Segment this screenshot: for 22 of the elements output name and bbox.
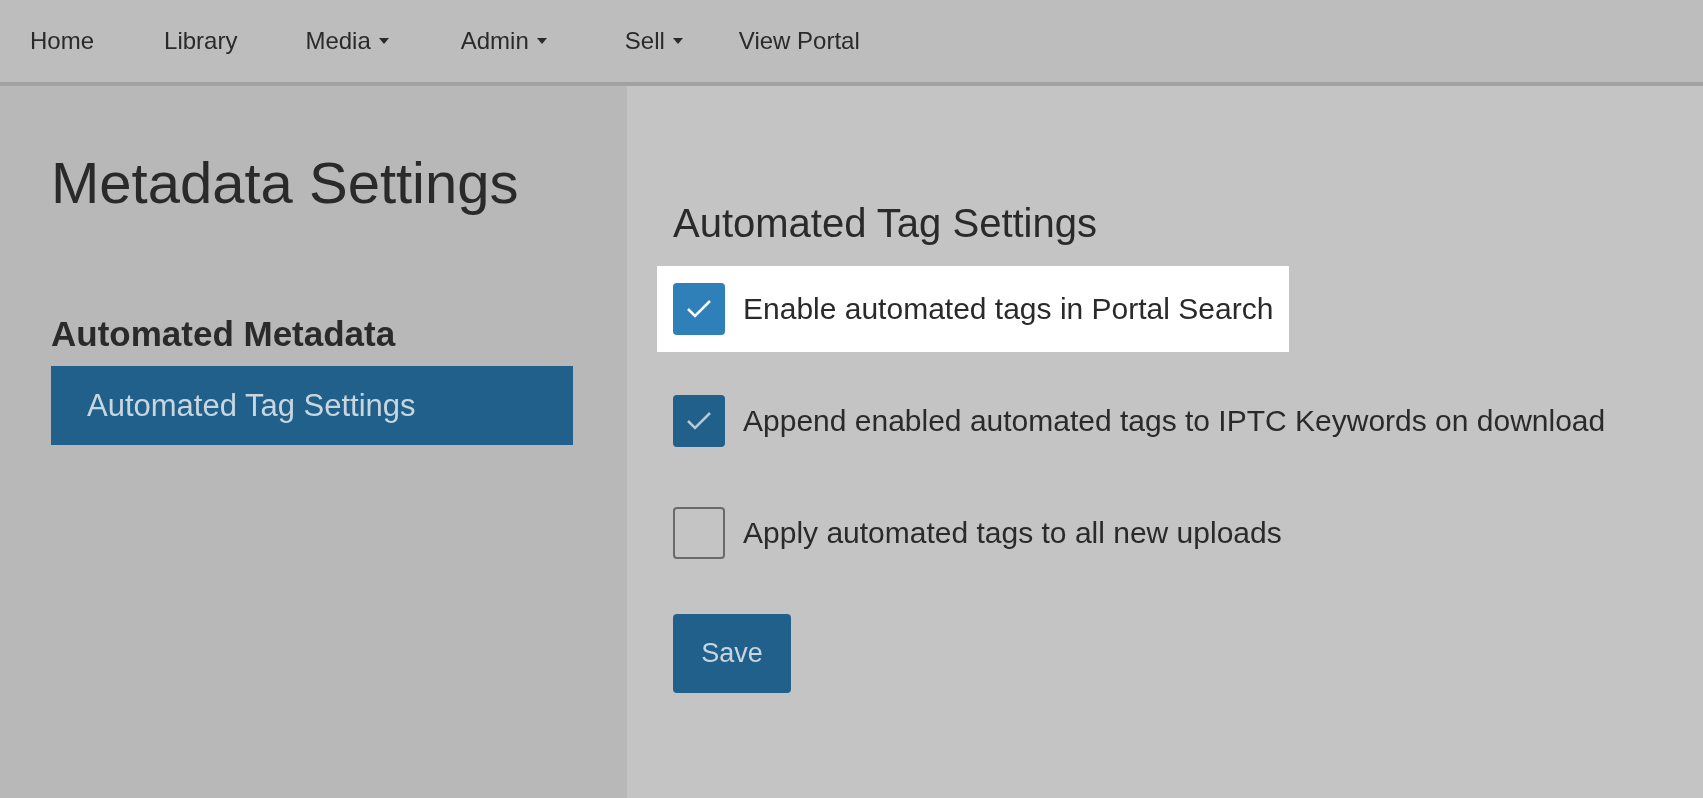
section-heading: Automated Metadata — [51, 314, 397, 354]
caret-icon — [672, 38, 683, 44]
checkbox[interactable] — [673, 395, 725, 447]
section-heading: Automated Tag Settings — [673, 201, 1097, 246]
checkbox[interactable] — [673, 283, 725, 335]
option-label: Enable automated tags in Portal Search — [743, 292, 1274, 326]
caret-icon — [378, 38, 389, 44]
sidebar-item[interactable]: Automated Tag Settings — [51, 366, 573, 445]
checkbox[interactable] — [673, 507, 725, 559]
nav-link[interactable]: Library — [164, 27, 238, 55]
check-icon — [686, 299, 712, 319]
page-title: Metadata Settings — [51, 149, 520, 216]
option-label: Append enabled automated tags to IPTC Keywords on download — [743, 404, 1606, 438]
nav-link[interactable]: Admin — [460, 27, 547, 55]
save-button[interactable]: Save — [673, 614, 791, 693]
nav-link[interactable]: Home — [30, 27, 95, 55]
option-label: Apply automated tags to all new uploads — [743, 516, 1282, 550]
nav-link[interactable]: Sell — [624, 27, 683, 55]
check-icon — [686, 411, 712, 431]
nav-link[interactable]: Media — [305, 27, 389, 55]
caret-icon — [536, 38, 547, 44]
nav-link[interactable]: View Portal — [738, 27, 860, 55]
